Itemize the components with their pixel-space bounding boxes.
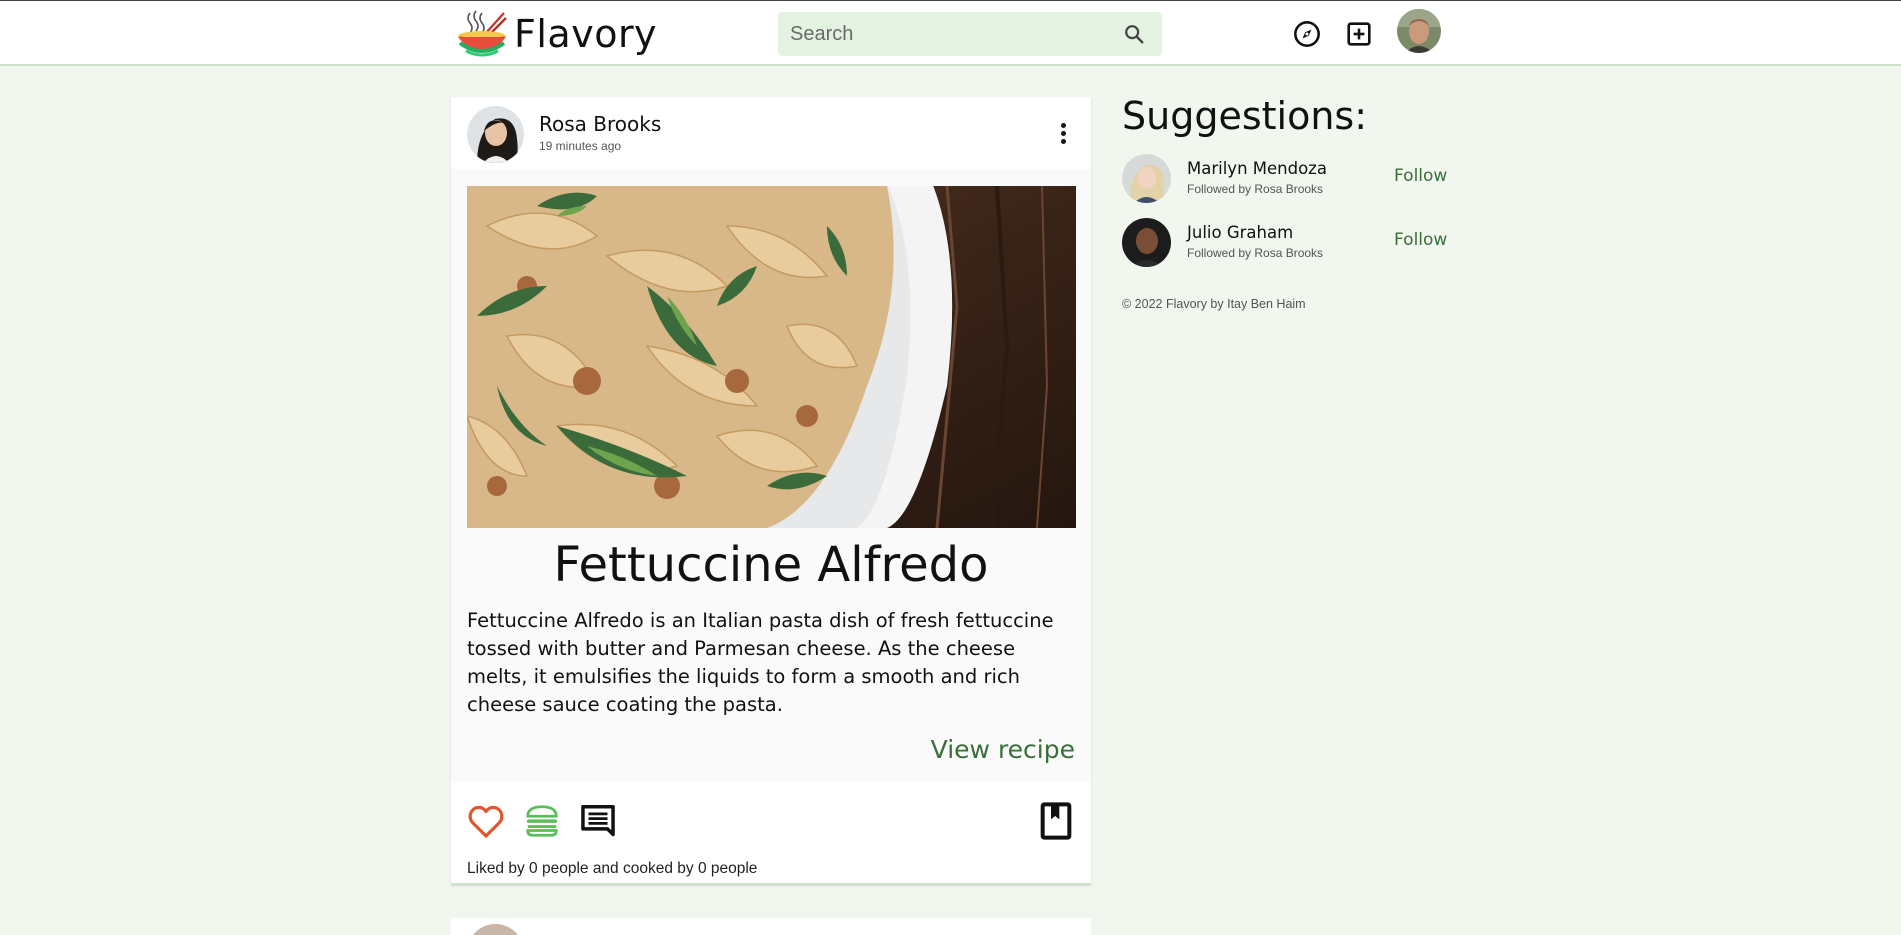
current-user-avatar[interactable] bbox=[1397, 9, 1441, 53]
post-timestamp: 19 minutes ago bbox=[539, 139, 622, 153]
recipe-image bbox=[467, 186, 1076, 528]
suggestions-title: Suggestions: bbox=[1122, 94, 1368, 138]
suggestion-avatar[interactable] bbox=[1122, 218, 1171, 267]
suggestion-name[interactable]: Marilyn Mendoza bbox=[1187, 159, 1327, 178]
logo-bowl-icon bbox=[458, 10, 507, 57]
follow-button[interactable]: Follow bbox=[1394, 166, 1447, 186]
suggestion-followed-by: Followed by Rosa Brooks bbox=[1187, 182, 1324, 196]
post-header: Rosa Brooks 19 minutes ago bbox=[451, 97, 1091, 169]
next-post-card bbox=[451, 918, 1091, 935]
search-icon[interactable] bbox=[1114, 14, 1154, 54]
search-box[interactable] bbox=[778, 12, 1162, 56]
app-name: Flavory bbox=[514, 12, 658, 56]
suggestion-followed-by: Followed by Rosa Brooks bbox=[1187, 246, 1324, 260]
suggestion-name[interactable]: Julio Graham bbox=[1187, 223, 1293, 242]
post-stats: Liked by 0 people and cooked by 0 people bbox=[467, 860, 758, 877]
view-recipe-link[interactable]: View recipe bbox=[931, 735, 1075, 764]
post-actions: Liked by 0 people and cooked by 0 people bbox=[451, 782, 1091, 885]
top-navbar: Flavory bbox=[0, 0, 1901, 66]
author-avatar[interactable] bbox=[467, 106, 524, 163]
explore-icon[interactable] bbox=[1292, 19, 1322, 49]
logo[interactable]: Flavory bbox=[456, 9, 657, 59]
suggestion-item: Julio Graham Followed by Rosa Brooks Fol… bbox=[1122, 215, 1462, 269]
search-input[interactable] bbox=[778, 22, 1114, 46]
heart-icon[interactable] bbox=[465, 800, 507, 842]
post-card: Rosa Brooks 19 minutes ago Fettuccine Al… bbox=[451, 97, 1091, 885]
add-post-icon[interactable] bbox=[1344, 19, 1374, 49]
suggestion-avatar[interactable] bbox=[1122, 154, 1171, 203]
burger-icon[interactable] bbox=[521, 800, 563, 842]
recipe-description: Fettuccine Alfredo is an Italian pasta d… bbox=[467, 609, 1054, 716]
recipe-title: Fettuccine Alfredo bbox=[553, 537, 989, 593]
follow-button[interactable]: Follow bbox=[1394, 230, 1447, 250]
suggestion-item: Marilyn Mendoza Followed by Rosa Brooks … bbox=[1122, 151, 1462, 205]
comment-icon[interactable] bbox=[577, 800, 619, 842]
copyright-text: © 2022 Flavory by Itay Ben Haim bbox=[1122, 297, 1306, 311]
more-vert-icon[interactable] bbox=[1049, 119, 1077, 147]
next-post-author-avatar[interactable] bbox=[467, 924, 524, 935]
bookmark-icon[interactable] bbox=[1035, 800, 1077, 842]
post-author-name[interactable]: Rosa Brooks bbox=[539, 112, 661, 136]
